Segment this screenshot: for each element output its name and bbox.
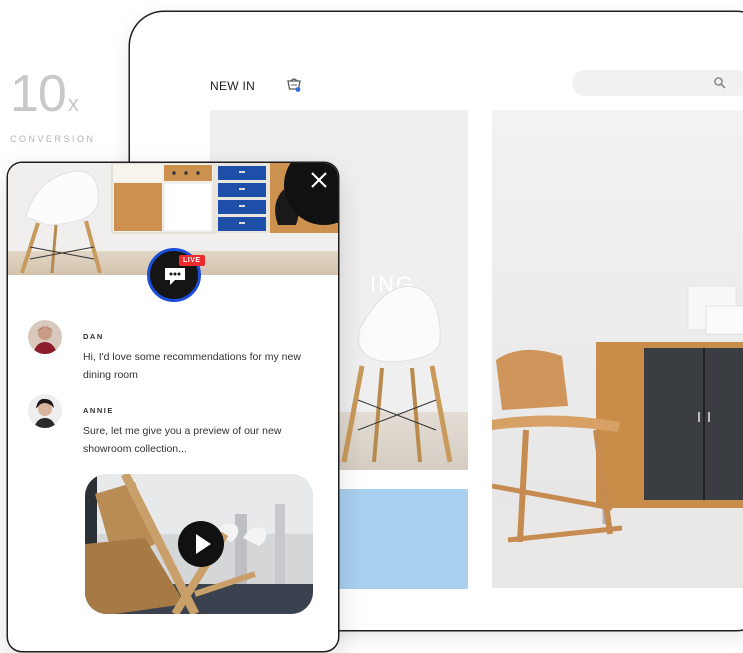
chat-bubble-icon (165, 268, 185, 285)
message-author: ANNIE (83, 406, 114, 415)
cart-icon[interactable] (285, 76, 303, 94)
avatar (28, 394, 62, 428)
stat-value: 10x (10, 68, 96, 120)
play-icon[interactable] (196, 534, 211, 554)
conversion-stat: 10x CONVERSION (10, 68, 96, 144)
stat-number: 10 (10, 65, 67, 123)
user-avatar-icon (28, 320, 62, 354)
nav-new-in-link[interactable]: NEW IN (210, 79, 255, 93)
message-text: Sure, let me give you a preview of our n… (83, 425, 282, 455)
message-text: Hi, I'd love some recommendations for my… (83, 351, 301, 381)
cabinet-illustration (492, 285, 743, 543)
live-chat-widget: LIVE DAN Hi, I'd love some recommendatio… (8, 163, 338, 651)
search-icon[interactable] (713, 76, 727, 90)
close-icon[interactable] (308, 169, 330, 191)
message-author: DAN (83, 332, 104, 341)
user-avatar-icon (28, 394, 62, 428)
stat-suffix: x (67, 91, 79, 116)
stat-label: CONVERSION (10, 134, 96, 144)
live-badge: LIVE (179, 255, 205, 266)
avatar (28, 320, 62, 354)
product-tile-cabinet[interactable] (492, 110, 743, 588)
